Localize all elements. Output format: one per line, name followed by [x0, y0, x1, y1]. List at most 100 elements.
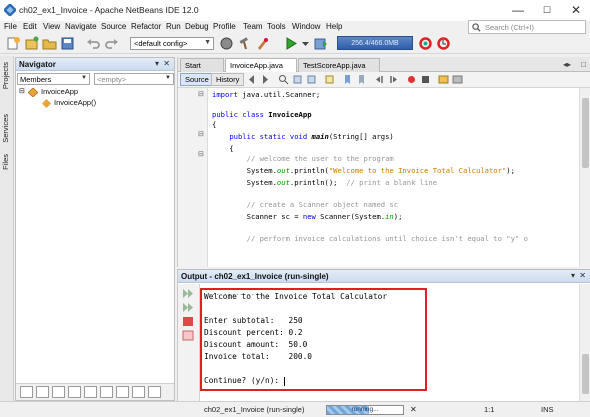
- settings-icon[interactable]: [148, 386, 161, 398]
- chevron-down-icon: ▼: [204, 39, 211, 46]
- prev-bookmark-icon[interactable]: [356, 74, 367, 85]
- hammer-icon[interactable]: [237, 36, 252, 51]
- menu-view[interactable]: View: [43, 22, 60, 31]
- macro-record-icon[interactable]: [406, 74, 417, 85]
- config-dropdown[interactable]: <default config> ▼: [130, 37, 214, 50]
- profile-icon[interactable]: [436, 36, 451, 51]
- netbeans-logo-icon: [4, 4, 16, 16]
- close-button[interactable]: ✕: [562, 0, 590, 21]
- settings-icon[interactable]: [182, 330, 194, 341]
- bookmark-icon[interactable]: [342, 74, 353, 85]
- side-tab-projects[interactable]: Projects: [1, 62, 10, 89]
- members-filter-dropdown[interactable]: Members ▼: [17, 73, 90, 85]
- tab-history[interactable]: History: [211, 73, 245, 86]
- rerun-icon[interactable]: [182, 288, 194, 299]
- filter-fields-icon[interactable]: [20, 386, 33, 398]
- undo-icon[interactable]: [86, 36, 101, 51]
- close-icon[interactable]: ✕: [410, 405, 417, 414]
- filter-inherited-icon[interactable]: [68, 386, 81, 398]
- tab-testscoreapp[interactable]: TestScoreApp.java ✕: [298, 58, 380, 79]
- filter-static-icon[interactable]: [36, 386, 49, 398]
- menu-profile[interactable]: Profile: [213, 22, 236, 31]
- empty-dropdown[interactable]: <empty> ▼: [94, 73, 174, 85]
- tree-item-class[interactable]: InvoiceApp: [41, 87, 78, 96]
- filter-nonpublic-icon[interactable]: [52, 386, 65, 398]
- menu-tools[interactable]: Tools: [267, 22, 286, 31]
- scrollbar-thumb[interactable]: [582, 98, 589, 168]
- toggle-highlight-icon[interactable]: [324, 74, 335, 85]
- chevron-down-icon: ▼: [165, 75, 171, 81]
- output-scrollbar[interactable]: [579, 284, 590, 402]
- navigator-panel: Navigator ▾ ✕ Members ▼ <empty> ▼ ⊟ Invo…: [15, 57, 175, 401]
- shift-right-icon[interactable]: [388, 74, 399, 85]
- minimize-button[interactable]: —: [504, 0, 532, 21]
- menu-help[interactable]: Help: [326, 22, 342, 31]
- comment-icon[interactable]: [438, 74, 449, 85]
- code-line: public class InvoiceApp: [212, 110, 312, 119]
- fold-icon[interactable]: ⊟: [198, 90, 204, 98]
- shift-left-icon[interactable]: [374, 74, 385, 85]
- highlight-box: [200, 288, 427, 391]
- main-toolbar: <default config> ▼ 256.4/466.0MB: [0, 34, 590, 54]
- editor-scrollbar[interactable]: [579, 88, 590, 267]
- tab-start-page[interactable]: Start Page: [180, 58, 224, 79]
- menu-source[interactable]: Source: [101, 22, 126, 31]
- back-icon[interactable]: [246, 74, 257, 85]
- next-occurrence-icon[interactable]: [306, 74, 317, 85]
- menu-debug[interactable]: Debug: [185, 22, 209, 31]
- menu-refactor[interactable]: Refactor: [131, 22, 161, 31]
- clean-build-icon[interactable]: [255, 36, 270, 51]
- memory-meter[interactable]: 256.4/466.0MB: [337, 36, 413, 50]
- side-tab-services[interactable]: Services: [1, 114, 10, 143]
- redo-icon[interactable]: [104, 36, 119, 51]
- macro-stop-icon[interactable]: [420, 74, 431, 85]
- settings-globe-icon[interactable]: [219, 36, 234, 51]
- fold-icon[interactable]: ⊟: [198, 150, 204, 158]
- editor-subtoolbar: Source History: [178, 72, 590, 88]
- tab-invoiceapp[interactable]: InvoiceApp.java ✕: [225, 58, 297, 79]
- code-area[interactable]: import java.util.Scanner; public class I…: [212, 88, 580, 267]
- members-filter-value: Members: [20, 75, 52, 84]
- menu-file[interactable]: File: [4, 22, 17, 31]
- tab-scroll-icon[interactable]: ◂▸: [563, 60, 571, 69]
- prev-occurrence-icon[interactable]: [292, 74, 303, 85]
- scrollbar-thumb[interactable]: [582, 354, 589, 394]
- maximize-pane-icon[interactable]: □: [581, 60, 586, 69]
- sort-name-icon[interactable]: [84, 386, 97, 398]
- new-file-icon[interactable]: [6, 36, 21, 51]
- save-all-icon[interactable]: [60, 36, 75, 51]
- show-fqn-icon[interactable]: [116, 386, 129, 398]
- maximize-button[interactable]: ☐: [533, 0, 561, 21]
- sort-source-icon[interactable]: [100, 386, 113, 398]
- menu-navigate[interactable]: Navigate: [65, 22, 97, 31]
- menu-window[interactable]: Window: [292, 22, 320, 31]
- debug-icon[interactable]: [313, 36, 328, 51]
- run-icon[interactable]: [283, 36, 298, 51]
- menu-run[interactable]: Run: [166, 22, 181, 31]
- menu-team[interactable]: Team: [243, 22, 263, 31]
- new-project-icon[interactable]: [24, 36, 39, 51]
- tab-source[interactable]: Source: [180, 73, 214, 86]
- find-icon[interactable]: [278, 74, 289, 85]
- search-input[interactable]: Search (Ctrl+I): [468, 20, 586, 34]
- close-icon[interactable]: ✕: [163, 59, 170, 68]
- open-project-icon[interactable]: [42, 36, 57, 51]
- close-icon[interactable]: ✕: [579, 271, 586, 280]
- tree-item-method[interactable]: InvoiceApp(): [54, 98, 96, 107]
- dropdown-arrow-icon[interactable]: ▾: [571, 271, 575, 280]
- editor-tab-bar: Start Page InvoiceApp.java ✕ TestScoreAp…: [178, 57, 590, 79]
- menu-edit[interactable]: Edit: [23, 22, 37, 31]
- fold-icon[interactable]: ⊟: [198, 130, 204, 138]
- stop-icon[interactable]: [182, 316, 194, 327]
- side-tab-files[interactable]: Files: [1, 154, 10, 170]
- dropdown-arrow-icon[interactable]: ▾: [155, 59, 159, 68]
- uncomment-icon[interactable]: [452, 74, 463, 85]
- javadoc-icon[interactable]: [132, 386, 145, 398]
- tree-collapse-icon[interactable]: ⊟: [19, 87, 25, 95]
- rerun-with-options-icon[interactable]: [182, 302, 194, 313]
- chevron-down-icon[interactable]: [301, 36, 310, 51]
- method-icon: [42, 99, 51, 108]
- gc-recycle-icon[interactable]: [418, 36, 433, 51]
- forward-icon[interactable]: [260, 74, 271, 85]
- code-line: import java.util.Scanner;: [212, 90, 321, 99]
